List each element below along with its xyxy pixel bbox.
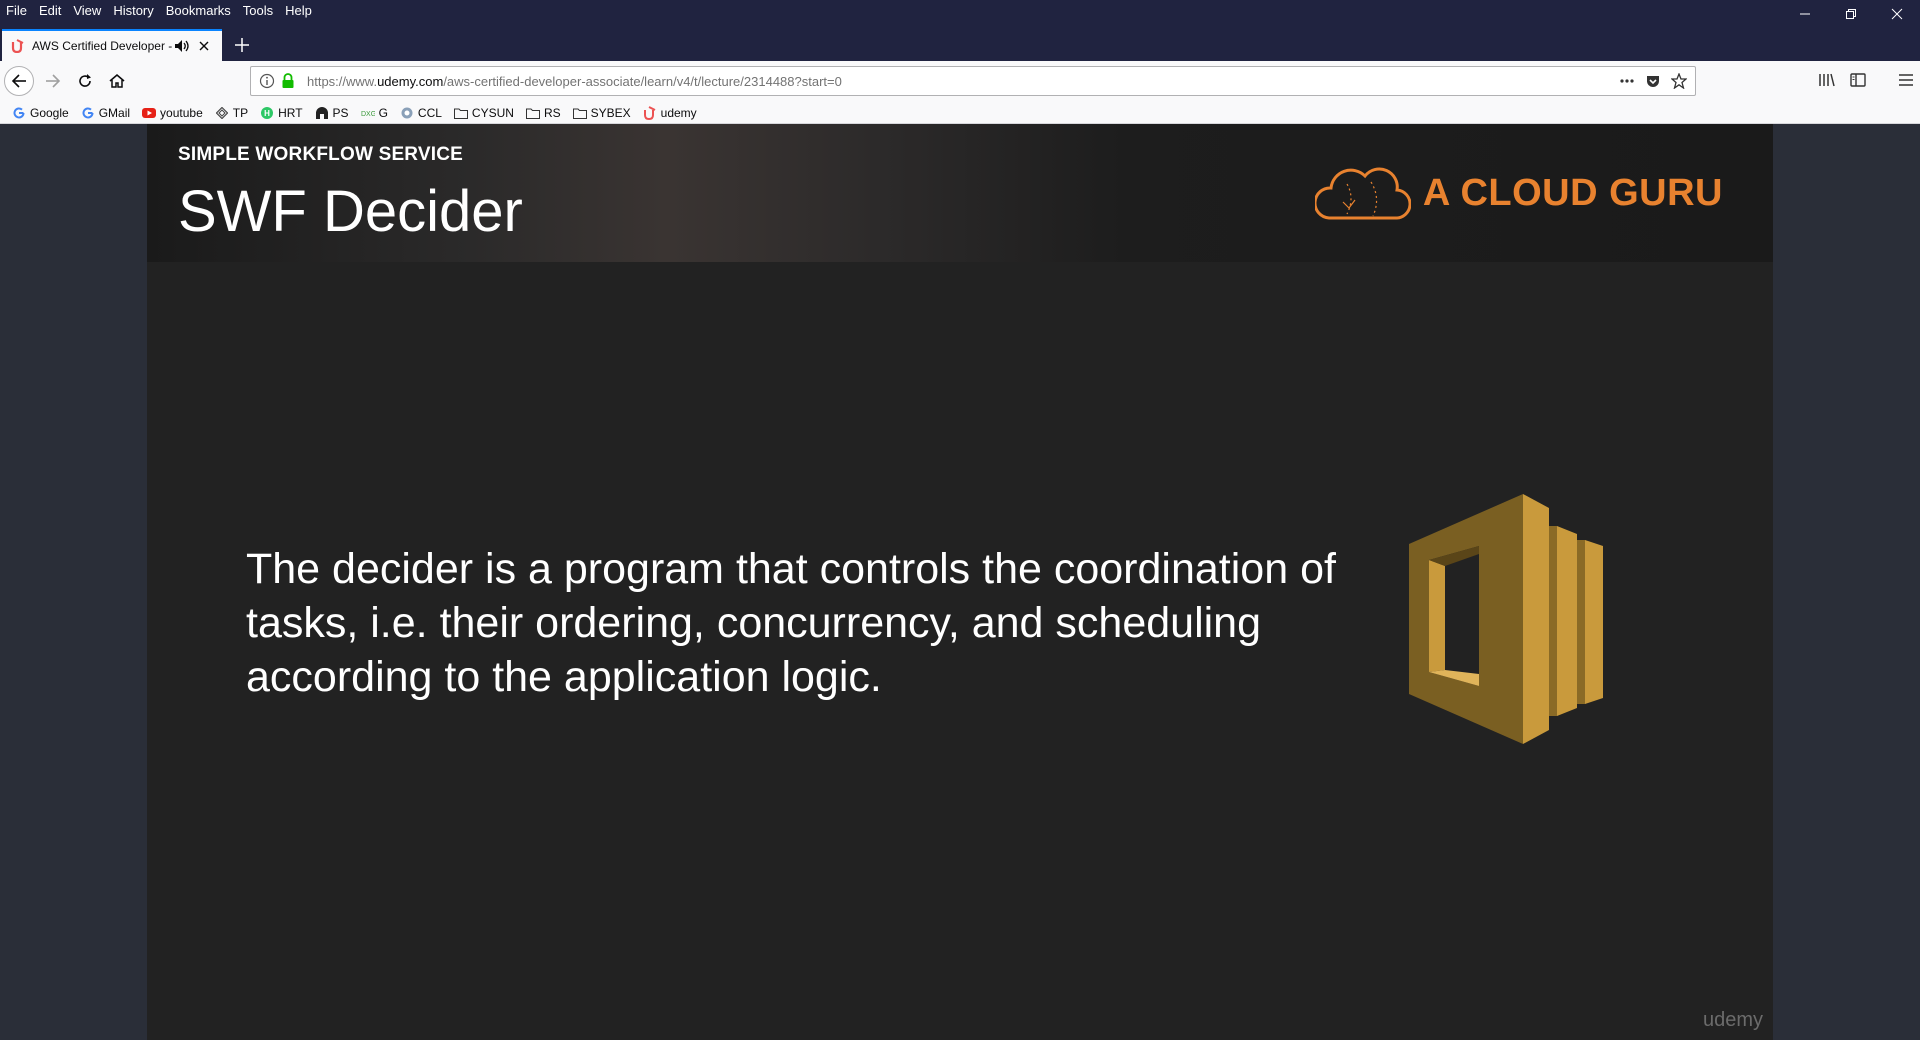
new-tab-button[interactable]	[230, 33, 254, 57]
bookmark-g[interactable]: DXG G	[361, 106, 388, 120]
plus-icon	[235, 38, 249, 52]
menu-bookmarks[interactable]: Bookmarks	[160, 0, 237, 22]
udemy-favicon-icon	[10, 38, 26, 54]
slide-header: SIMPLE WORKFLOW SERVICE SWF Decider A CL…	[147, 124, 1773, 262]
bookmark-label: SYBEX	[590, 105, 631, 120]
bookmark-label: TP	[232, 105, 249, 120]
close-window-button[interactable]	[1874, 0, 1920, 28]
ccl-icon	[400, 106, 414, 120]
arrow-left-icon	[11, 74, 26, 88]
hrt-icon: H	[260, 106, 274, 120]
hamburger-menu-icon[interactable]	[1898, 72, 1914, 93]
pocket-icon[interactable]	[1645, 73, 1661, 94]
title-bar: File Edit View History Bookmarks Tools H…	[0, 0, 1920, 61]
tab-close-icon[interactable]	[196, 38, 212, 54]
url-path: /aws-certified-developer-associate/learn…	[443, 73, 842, 89]
menu-file[interactable]: File	[0, 0, 33, 22]
bookmark-ccl[interactable]: CCL	[400, 106, 442, 120]
home-icon	[109, 73, 125, 88]
udemy-watermark: udemy	[1702, 1009, 1763, 1031]
folder-icon	[525, 106, 540, 120]
bookmark-label: GMail	[98, 105, 131, 120]
bookmark-cysun[interactable]: CYSUN	[453, 105, 514, 120]
url-domain: udemy.com	[377, 73, 444, 89]
url-bar[interactable]: https://www.udemy.com/aws-certified-deve…	[250, 66, 1696, 96]
forward-button[interactable]	[38, 66, 68, 96]
menu-bar: File Edit View History Bookmarks Tools H…	[0, 0, 318, 22]
bookmark-label: HRT	[278, 105, 303, 120]
bookmark-label: CCL	[417, 105, 442, 120]
restore-button[interactable]	[1828, 0, 1874, 28]
back-button[interactable]	[4, 66, 34, 96]
menu-history[interactable]: History	[107, 0, 159, 22]
google-icon	[81, 106, 95, 120]
folder-icon	[453, 106, 468, 120]
bookmark-label: youtube	[160, 105, 203, 120]
reload-button[interactable]	[70, 66, 100, 96]
lock-icon	[281, 73, 295, 89]
bookmark-label: RS	[543, 105, 561, 120]
ps-icon	[315, 106, 329, 120]
reload-icon	[79, 74, 91, 87]
page-content: SIMPLE WORKFLOW SERVICE SWF Decider A CL…	[0, 124, 1920, 1040]
window-controls	[1782, 0, 1920, 28]
url-text: https://www.udemy.com/aws-certified-deve…	[307, 74, 842, 89]
bookmark-star-icon[interactable]	[1670, 72, 1688, 94]
bookmark-google[interactable]: Google	[12, 106, 69, 120]
minimize-button[interactable]	[1782, 0, 1828, 28]
home-button[interactable]	[102, 66, 132, 96]
bookmark-youtube[interactable]: youtube	[142, 106, 203, 120]
close-icon	[1891, 8, 1903, 20]
page-actions-icon[interactable]	[1619, 73, 1635, 94]
bookmark-label: G	[378, 105, 388, 120]
brand-logo: A CLOUD GURU	[1314, 162, 1723, 224]
bookmark-sybex[interactable]: SYBEX	[572, 105, 631, 120]
bookmark-udemy[interactable]: udemy	[643, 106, 697, 120]
bookmark-rs[interactable]: RS	[525, 105, 561, 120]
sidebar-icon[interactable]	[1850, 72, 1866, 93]
bookmarks-bar: Google GMail youtube TP H HRT PS DXG G C…	[0, 102, 1920, 124]
restore-icon	[1846, 9, 1856, 19]
google-icon	[12, 106, 26, 120]
bookmark-label: Google	[30, 105, 69, 120]
bookmark-tp[interactable]: TP	[215, 106, 248, 120]
folder-icon	[572, 106, 587, 120]
slide-body-text: The decider is a program that controls t…	[246, 545, 1336, 701]
tp-icon	[215, 106, 229, 120]
url-prefix: https://www.	[307, 73, 378, 89]
menu-edit[interactable]: Edit	[33, 0, 67, 22]
udemy-icon	[643, 105, 657, 120]
video-player[interactable]: SIMPLE WORKFLOW SERVICE SWF Decider A CL…	[147, 124, 1773, 1040]
menu-tools[interactable]: Tools	[237, 0, 279, 22]
bookmark-label: CYSUN	[471, 105, 514, 120]
tab-title: AWS Certified Developer - A	[32, 39, 172, 53]
slide-title: SWF Decider	[178, 179, 523, 244]
navigation-bar: https://www.udemy.com/aws-certified-deve…	[0, 61, 1920, 102]
bookmark-hrt[interactable]: H HRT	[260, 105, 303, 120]
menu-help[interactable]: Help	[279, 0, 318, 22]
menu-view[interactable]: View	[67, 0, 107, 22]
library-icon[interactable]	[1818, 72, 1836, 93]
aws-swf-icon	[1409, 494, 1603, 744]
bookmark-gmail[interactable]: GMail	[81, 106, 130, 120]
svg-text:H: H	[264, 109, 270, 118]
bookmark-label: udemy	[660, 105, 697, 120]
cloud-icon	[1314, 167, 1411, 220]
brand-name: A CLOUD GURU	[1422, 171, 1723, 214]
bookmark-label: PS	[332, 105, 349, 120]
arrow-right-icon	[46, 74, 61, 88]
youtube-icon	[142, 106, 157, 120]
speaker-icon[interactable]	[174, 38, 190, 54]
minimize-icon	[1800, 13, 1810, 15]
info-icon[interactable]	[259, 73, 275, 89]
svg-text:DXG: DXG	[361, 111, 375, 118]
slide-kicker: SIMPLE WORKFLOW SERVICE	[178, 144, 464, 165]
dxg-icon: DXG	[361, 106, 375, 120]
bookmark-ps[interactable]: PS	[315, 106, 349, 120]
browser-tab[interactable]: AWS Certified Developer - A	[2, 29, 222, 61]
